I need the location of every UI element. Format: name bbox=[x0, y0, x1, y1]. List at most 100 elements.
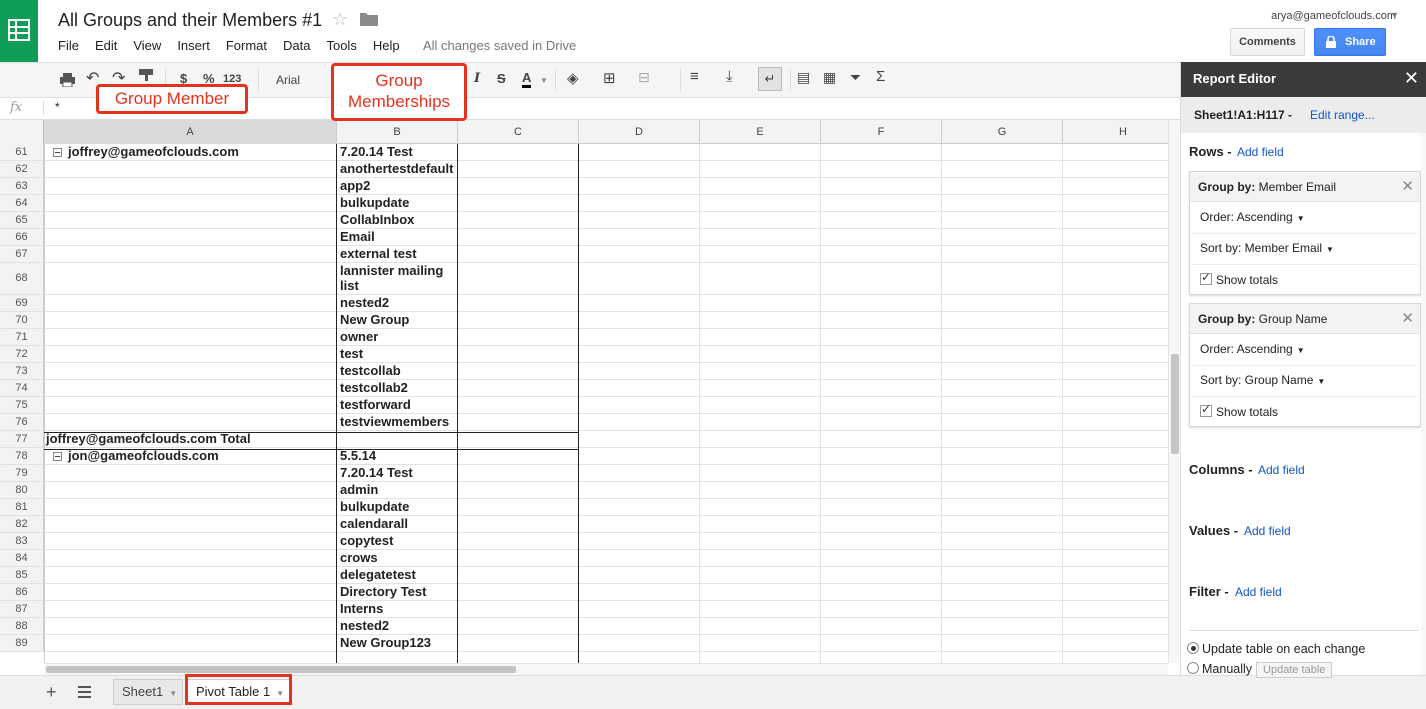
row-number[interactable]: 70 bbox=[0, 312, 44, 328]
row-number[interactable]: 80 bbox=[0, 482, 44, 498]
row-number[interactable]: 65 bbox=[0, 212, 44, 228]
insert-chart-icon[interactable]: ▦ bbox=[823, 69, 836, 86]
insert-comment-icon[interactable]: ▤ bbox=[797, 69, 810, 86]
collapse-icon[interactable] bbox=[53, 452, 62, 462]
row-number[interactable]: 88 bbox=[0, 618, 44, 634]
group-name-cell[interactable]: 7.20.14 Test bbox=[340, 465, 455, 480]
vertical-scrollbar[interactable] bbox=[1168, 120, 1180, 663]
group-name-cell[interactable]: delegatetest bbox=[340, 567, 455, 582]
sheet-list-icon[interactable] bbox=[78, 686, 91, 698]
row-number[interactable]: 75 bbox=[0, 397, 44, 413]
spreadsheet-grid[interactable]: A B C D E F G H 61 joffrey@gameofclouds.c… bbox=[0, 120, 1168, 663]
edit-range-link[interactable]: Edit range... bbox=[1310, 108, 1375, 122]
sort-by-dropdown[interactable]: Sort by: Member Email ▼ bbox=[1200, 241, 1334, 255]
row-number[interactable]: 84 bbox=[0, 550, 44, 566]
menu-edit[interactable]: Edit bbox=[95, 38, 117, 53]
document-title[interactable]: All Groups and their Members #1 bbox=[58, 10, 322, 31]
select-all-corner[interactable] bbox=[0, 120, 44, 144]
menu-tools[interactable]: Tools bbox=[326, 38, 356, 53]
row-number[interactable]: 77 bbox=[0, 431, 44, 447]
row-number[interactable]: 63 bbox=[0, 178, 44, 194]
order-dropdown[interactable]: Order: Ascending ▼ bbox=[1200, 342, 1305, 356]
group-name-cell[interactable]: New Group bbox=[340, 312, 455, 327]
wrap-text-icon[interactable]: ↵ bbox=[758, 67, 782, 91]
remove-field-icon[interactable]: ✕ bbox=[1401, 309, 1414, 327]
horizontal-scroll-thumb[interactable] bbox=[46, 666, 516, 673]
show-totals-checkbox[interactable]: Show totals bbox=[1200, 402, 1278, 419]
menu-help[interactable]: Help bbox=[373, 38, 400, 53]
column-header-h[interactable]: H bbox=[1063, 120, 1168, 144]
group-member-cell[interactable]: joffrey@gameofclouds.com bbox=[47, 144, 239, 160]
text-color-icon[interactable]: A bbox=[522, 71, 532, 88]
group-name-cell[interactable]: app2 bbox=[340, 178, 455, 193]
group-name-cell[interactable]: crows bbox=[340, 550, 455, 565]
group-name-cell[interactable]: testviewmembers bbox=[340, 414, 455, 429]
row-number[interactable]: 68 bbox=[0, 263, 44, 294]
paint-format-icon[interactable] bbox=[139, 69, 153, 81]
columns-add-field-link[interactable]: Add field bbox=[1258, 463, 1305, 477]
filter-add-field-link[interactable]: Add field bbox=[1235, 585, 1282, 599]
column-header-a[interactable]: A bbox=[44, 120, 337, 144]
user-account[interactable]: arya@gameofclouds.com bbox=[1271, 10, 1396, 22]
functions-icon[interactable]: Σ bbox=[876, 68, 885, 85]
group-name-cell[interactable]: Email bbox=[340, 229, 455, 244]
row-number[interactable]: 86 bbox=[0, 584, 44, 600]
group-name-cell[interactable]: Directory Test bbox=[340, 584, 455, 599]
comments-button[interactable]: Comments bbox=[1230, 28, 1305, 56]
strikethrough-button[interactable]: S bbox=[497, 71, 506, 86]
row-number[interactable]: 62 bbox=[0, 161, 44, 177]
group-name-cell[interactable]: test bbox=[340, 346, 455, 361]
formula-input[interactable]: * bbox=[55, 100, 60, 114]
row-number[interactable]: 82 bbox=[0, 516, 44, 532]
row-number[interactable]: 66 bbox=[0, 229, 44, 245]
column-header-e[interactable]: E bbox=[700, 120, 821, 144]
column-header-g[interactable]: G bbox=[942, 120, 1063, 144]
group-member-cell[interactable]: jon@gameofclouds.com bbox=[47, 448, 219, 464]
menu-format[interactable]: Format bbox=[226, 38, 267, 53]
order-dropdown[interactable]: Order: Ascending ▼ bbox=[1200, 210, 1305, 224]
borders-icon[interactable]: ⊞ bbox=[603, 69, 616, 87]
share-button[interactable]: Share bbox=[1314, 28, 1386, 56]
column-header-b[interactable]: B bbox=[337, 120, 458, 144]
group-name-cell[interactable]: testcollab bbox=[340, 363, 455, 378]
group-name-cell[interactable]: testforward bbox=[340, 397, 455, 412]
menu-insert[interactable]: Insert bbox=[177, 38, 210, 53]
group-name-cell[interactable]: calendarall bbox=[340, 516, 455, 531]
sort-by-dropdown[interactable]: Sort by: Group Name ▼ bbox=[1200, 373, 1325, 387]
column-header-d[interactable]: D bbox=[579, 120, 700, 144]
add-sheet-icon[interactable]: + bbox=[46, 682, 57, 703]
row-number[interactable]: 79 bbox=[0, 465, 44, 481]
fill-color-icon[interactable]: ◈ bbox=[567, 69, 579, 87]
group-name-cell[interactable]: anothertestdefault bbox=[340, 161, 455, 176]
star-icon[interactable]: ☆ bbox=[332, 9, 348, 30]
folder-icon[interactable] bbox=[360, 12, 378, 26]
print-icon[interactable] bbox=[60, 73, 75, 87]
group-name-cell[interactable]: testcollab2 bbox=[340, 380, 455, 395]
group-name-cell[interactable]: 5.5.14 bbox=[340, 448, 455, 463]
group-name-cell[interactable]: bulkupdate bbox=[340, 195, 455, 210]
row-number[interactable]: 85 bbox=[0, 567, 44, 583]
row-number[interactable]: 89 bbox=[0, 635, 44, 651]
group-name-cell[interactable]: New Group123 bbox=[340, 635, 455, 650]
close-icon[interactable]: ✕ bbox=[1404, 68, 1419, 89]
group-name-cell[interactable]: 7.20.14 Test bbox=[340, 144, 455, 159]
row-number[interactable]: 64 bbox=[0, 195, 44, 211]
account-caret-icon[interactable]: ▼ bbox=[1390, 10, 1399, 20]
vertical-align-icon[interactable]: ⤓ bbox=[726, 68, 733, 85]
row-number[interactable]: 76 bbox=[0, 414, 44, 430]
row-number[interactable]: 74 bbox=[0, 380, 44, 396]
sheets-logo[interactable] bbox=[0, 0, 38, 62]
row-number[interactable]: 83 bbox=[0, 533, 44, 549]
panel-scrollbar[interactable] bbox=[1421, 133, 1426, 675]
row-number[interactable]: 67 bbox=[0, 246, 44, 262]
manually-radio[interactable]: Manually Update table bbox=[1187, 661, 1333, 678]
collapse-icon[interactable] bbox=[53, 148, 62, 158]
remove-field-icon[interactable]: ✕ bbox=[1401, 177, 1414, 195]
row-number[interactable]: 72 bbox=[0, 346, 44, 362]
group-name-cell[interactable]: external test bbox=[340, 246, 455, 261]
italic-button[interactable]: I bbox=[474, 71, 480, 86]
menu-file[interactable]: File bbox=[58, 38, 79, 53]
member-total-cell[interactable]: joffrey@gameofclouds.com Total bbox=[46, 431, 251, 447]
font-family-select[interactable]: Arial bbox=[276, 73, 300, 87]
values-add-field-link[interactable]: Add field bbox=[1244, 524, 1291, 538]
